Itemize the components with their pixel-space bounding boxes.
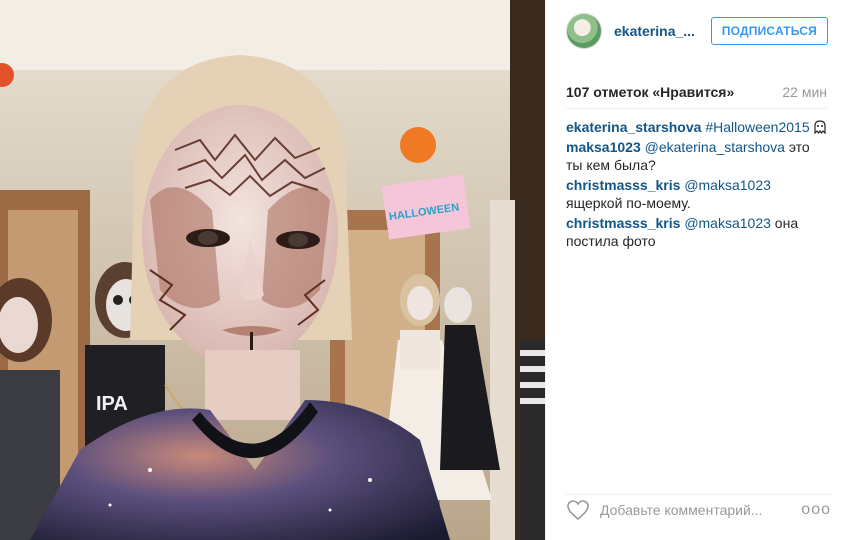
- post-time[interactable]: 22 мин: [782, 84, 827, 100]
- comment-username[interactable]: maksa1023: [566, 139, 641, 155]
- follow-button[interactable]: ПОДПИСАТЬСЯ: [710, 17, 828, 45]
- comment-username[interactable]: christmasss_kris: [566, 215, 680, 231]
- comment-item: christmasss_kris @maksa1023 ящеркой по-м…: [566, 176, 829, 212]
- comment-bar: ooo: [566, 494, 831, 524]
- avatar[interactable]: [566, 13, 602, 49]
- comment-item: maksa1023 @ekaterina_starshova это ты ке…: [566, 138, 829, 174]
- comment-mention[interactable]: @maksa1023: [684, 215, 771, 231]
- comment-mention[interactable]: @maksa1023: [684, 177, 771, 193]
- post-sidebar: ekaterina_... ПОДПИСАТЬСЯ 107 отметок «Н…: [545, 0, 847, 540]
- comment-username[interactable]: ekaterina_starshova: [566, 119, 701, 135]
- ghost-emoji-icon: [814, 120, 826, 134]
- comment-username[interactable]: christmasss_kris: [566, 177, 680, 193]
- likes-count[interactable]: 107 отметок «Нравится»: [566, 84, 734, 100]
- divider: [566, 108, 827, 109]
- username-link[interactable]: ekaterina_...: [614, 23, 711, 39]
- post-header: ekaterina_... ПОДПИСАТЬСЯ: [546, 0, 847, 62]
- comment-text: ящеркой по-моему.: [566, 195, 691, 211]
- comment-hashtag[interactable]: #Halloween2015: [705, 119, 809, 135]
- comment-mention[interactable]: @ekaterina_starshova: [645, 139, 785, 155]
- comment-item: christmasss_kris @maksa1023 она постила …: [566, 214, 829, 250]
- svg-text:IPA: IPA: [96, 393, 128, 415]
- heart-icon[interactable]: [566, 499, 590, 521]
- post-stats: 107 отметок «Нравится» 22 мин: [566, 84, 827, 100]
- post-photo[interactable]: HALLOWEEN IPA: [0, 0, 545, 540]
- comment-item: ekaterina_starshova #Halloween2015: [566, 118, 829, 136]
- more-options-icon[interactable]: ooo: [801, 501, 831, 519]
- comment-input[interactable]: [600, 501, 802, 518]
- comments-list: ekaterina_starshova #Halloween2015 maksa…: [566, 118, 829, 252]
